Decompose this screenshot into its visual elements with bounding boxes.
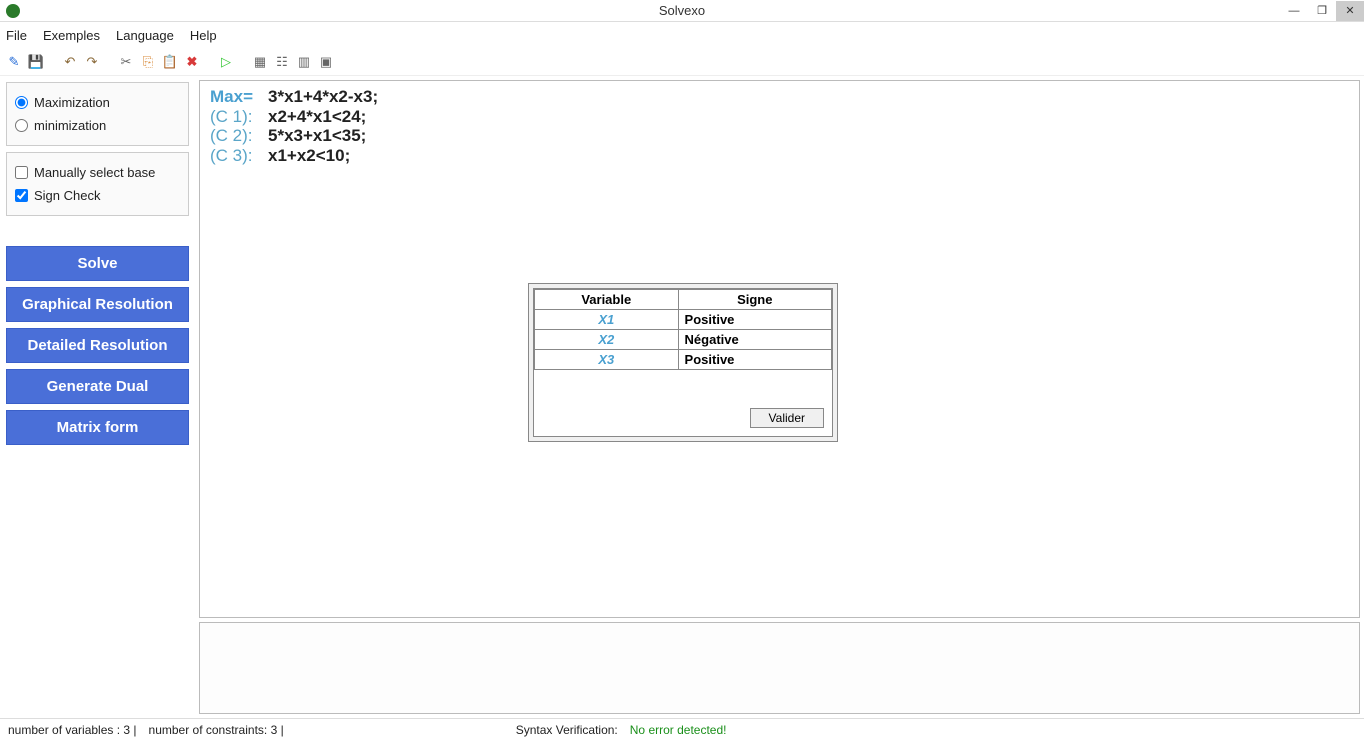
run-icon[interactable]: ▷	[218, 54, 234, 70]
editor-line: (C 3): x1+x2<10;	[210, 146, 1349, 166]
matrix-form-button[interactable]: Matrix form	[6, 410, 189, 445]
var-cell: X3	[535, 350, 679, 370]
dialog-footer: Valider	[534, 370, 832, 436]
new-icon[interactable]: ✎	[6, 54, 22, 70]
check-manual-base-label: Manually select base	[34, 165, 155, 180]
optimization-panel: Maximization minimization	[6, 82, 189, 146]
copy-icon[interactable]: ⎘	[140, 54, 156, 70]
menu-file[interactable]: File	[6, 28, 27, 43]
editor-line: (C 1): x2+4*x1<24;	[210, 107, 1349, 127]
editor-label: (C 1):	[210, 107, 260, 127]
editor-expr: 3*x1+4*x2-x3;	[268, 87, 378, 107]
radio-maximization[interactable]: Maximization	[13, 91, 182, 114]
check-sign-label: Sign Check	[34, 188, 100, 203]
close-button[interactable]: ✕	[1336, 1, 1364, 21]
status-syntax-label: Syntax Verification:	[516, 723, 618, 737]
status-cons: number of constraints: 3 |	[149, 723, 284, 737]
editor-label: (C 2):	[210, 126, 260, 146]
minimize-button[interactable]: —	[1280, 1, 1308, 21]
delete-icon[interactable]: ✖	[184, 54, 200, 70]
cut-icon[interactable]: ✂	[118, 54, 134, 70]
check-sign[interactable]: Sign Check	[13, 184, 182, 207]
toolbar: ✎ 💾 ↶ ↷ ✂ ⎘ 📋 ✖ ▷ ▦ ☷ ▥ ▣	[0, 48, 1364, 76]
sign-dialog-inner: Variable Signe X1 Positive X2 Négative X…	[533, 288, 833, 437]
tool4-icon[interactable]: ▣	[318, 54, 334, 70]
editor-expr: x1+x2<10;	[268, 146, 350, 166]
check-manual-base-input[interactable]	[15, 166, 28, 179]
radio-maximization-label: Maximization	[34, 95, 110, 110]
sign-dialog: Variable Signe X1 Positive X2 Négative X…	[528, 283, 838, 442]
detailed-resolution-button[interactable]: Detailed Resolution	[6, 328, 189, 363]
editor-line: (C 2): 5*x3+x1<35;	[210, 126, 1349, 146]
editor-label: Max=	[210, 87, 260, 107]
radio-minimization[interactable]: minimization	[13, 114, 182, 137]
sidebar: Maximization minimization Manually selec…	[0, 76, 195, 718]
maximize-button[interactable]: ❐	[1308, 1, 1336, 21]
check-sign-input[interactable]	[15, 189, 28, 202]
tool3-icon[interactable]: ▥	[296, 54, 312, 70]
editor-expr: x2+4*x1<24;	[268, 107, 366, 127]
status-vars: number of variables : 3 |	[8, 723, 137, 737]
app-icon	[6, 4, 20, 18]
statusbar: number of variables : 3 | number of cons…	[0, 718, 1364, 740]
tool1-icon[interactable]: ▦	[252, 54, 268, 70]
status-syntax-ok: No error detected!	[630, 723, 727, 737]
var-cell: X2	[535, 330, 679, 350]
editor-line: Max= 3*x1+4*x2-x3;	[210, 87, 1349, 107]
valider-button[interactable]: Valider	[750, 408, 824, 428]
redo-icon[interactable]: ↷	[84, 54, 100, 70]
radio-maximization-input[interactable]	[15, 96, 28, 109]
paste-icon[interactable]: 📋	[162, 54, 178, 70]
col-variable: Variable	[535, 290, 679, 310]
radio-minimization-input[interactable]	[15, 119, 28, 132]
sign-table: Variable Signe X1 Positive X2 Négative X…	[534, 289, 832, 370]
menubar: File Exemples Language Help	[0, 22, 1364, 48]
options-panel: Manually select base Sign Check	[6, 152, 189, 216]
table-row: X2 Négative	[535, 330, 832, 350]
menu-exemples[interactable]: Exemples	[43, 28, 100, 43]
sign-cell[interactable]: Négative	[678, 330, 831, 350]
table-row: X3 Positive	[535, 350, 832, 370]
graphical-resolution-button[interactable]: Graphical Resolution	[6, 287, 189, 322]
menu-language[interactable]: Language	[116, 28, 174, 43]
col-sign: Signe	[678, 290, 831, 310]
log-panel[interactable]	[199, 622, 1360, 714]
radio-minimization-label: minimization	[34, 118, 106, 133]
window-title: Solvexo	[659, 3, 705, 18]
sign-cell[interactable]: Positive	[678, 310, 831, 330]
titlebar: Solvexo — ❐ ✕	[0, 0, 1364, 22]
check-manual-base[interactable]: Manually select base	[13, 161, 182, 184]
window-controls: — ❐ ✕	[1280, 1, 1364, 21]
actions-panel: Solve Graphical Resolution Detailed Reso…	[6, 246, 189, 445]
sign-cell[interactable]: Positive	[678, 350, 831, 370]
generate-dual-button[interactable]: Generate Dual	[6, 369, 189, 404]
editor-label: (C 3):	[210, 146, 260, 166]
var-cell: X1	[535, 310, 679, 330]
table-row: X1 Positive	[535, 310, 832, 330]
save-icon[interactable]: 💾	[28, 54, 44, 70]
editor-expr: 5*x3+x1<35;	[268, 126, 366, 146]
undo-icon[interactable]: ↶	[62, 54, 78, 70]
solve-button[interactable]: Solve	[6, 246, 189, 281]
menu-help[interactable]: Help	[190, 28, 217, 43]
tool2-icon[interactable]: ☷	[274, 54, 290, 70]
